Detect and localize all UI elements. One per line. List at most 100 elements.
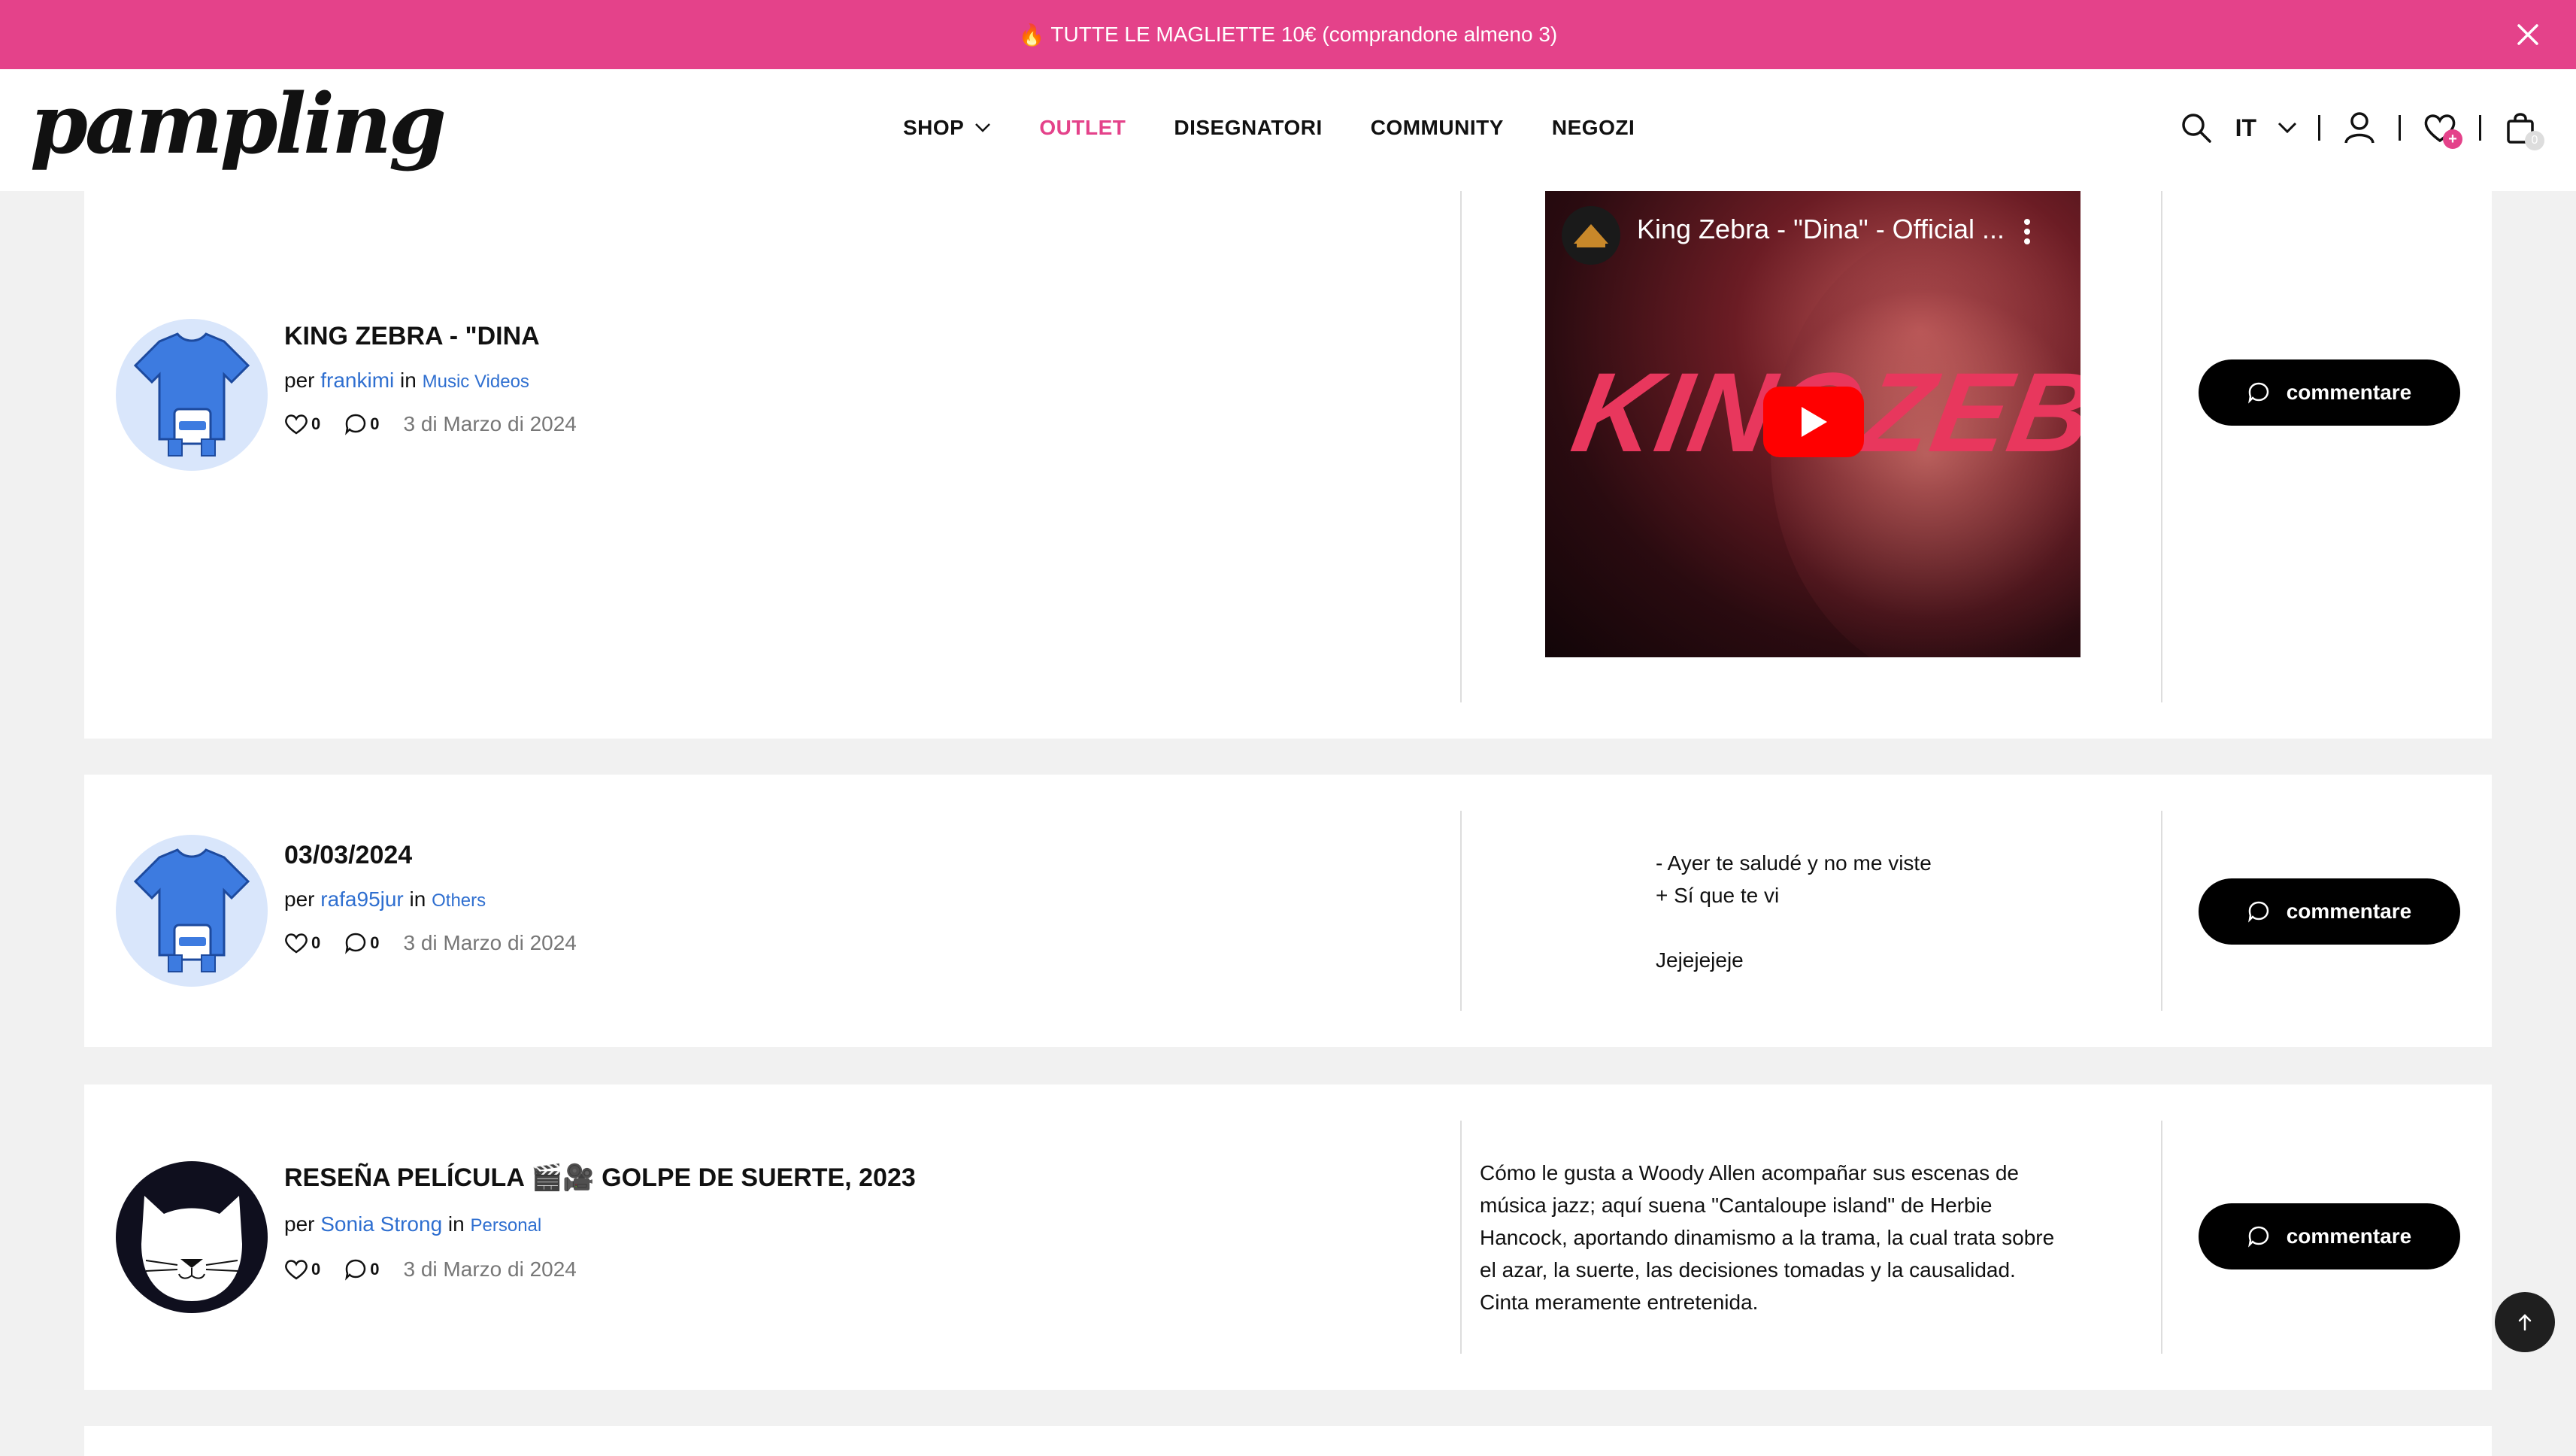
comment-button[interactable]: commentare [2199,878,2460,945]
comment-button[interactable]: commentare [2199,1203,2460,1269]
comment-bubble-icon [345,1259,366,1281]
likes-stat[interactable]: 0 [284,1259,320,1280]
comments-count: 0 [370,933,380,952]
divider [2161,1121,2162,1354]
nav-outlet[interactable]: OUTLET [1039,116,1126,140]
channel-avatar[interactable] [1562,206,1620,265]
nav-shop[interactable]: SHOP [903,116,991,140]
divider [2161,191,2162,702]
post-content: Cómo le gusta a Woody Allen acompañar su… [1480,1161,2055,1314]
divider [2399,115,2401,141]
divider [1460,811,1462,1011]
comment-button-label: commentare [2286,899,2412,923]
post-byline: per rafa95jur in Others [284,887,486,912]
avatar[interactable] [116,319,268,471]
heart-icon [285,933,308,954]
more-options-icon[interactable] [2023,218,2031,245]
tshirt-mascot-icon [133,332,250,457]
post-card: RESEÑA PELÍCULA 🎬🎥 GOLPE DE SUERTE, 2023… [84,1084,2492,1390]
language-selector[interactable]: IT [2235,114,2256,142]
divider [2318,115,2320,141]
chevron-down-icon[interactable] [2277,122,2297,134]
likes-count: 0 [311,414,321,433]
comment-button[interactable]: commentare [2199,359,2460,426]
nav-designers[interactable]: DISEGNATORI [1174,116,1322,140]
post-byline: per frankimi in Music Videos [284,369,529,393]
scroll-to-top-button[interactable] [2495,1292,2555,1352]
post-date: 3 di Marzo di 2024 [403,412,577,435]
promo-banner: 🔥 TUTTE LE MAGLIETTE 10€ (comprandone al… [0,0,2576,69]
comment-bubble-icon [2247,382,2268,404]
by-label: per [284,369,315,392]
author-link[interactable]: Sonia Strong [320,1212,442,1236]
comments-stat[interactable]: 0 [344,413,380,435]
post-title[interactable]: 03/03/2024 [284,841,412,870]
comment-bubble-icon [2247,1226,2268,1248]
post-date: 3 di Marzo di 2024 [403,1257,577,1281]
comments-stat[interactable]: 0 [344,932,380,954]
comments-count: 0 [370,414,380,433]
likes-stat[interactable]: 0 [284,933,320,954]
pampling-logo[interactable]: pampling [30,83,447,165]
likes-stat[interactable]: 0 [284,414,320,435]
author-link[interactable]: frankimi [320,369,394,392]
post-card: 03/03/2024 per rafa95jur in Others 0 0 3… [84,775,2492,1047]
post-stats: 0 0 3 di Marzo di 2024 [284,931,577,955]
category-link[interactable]: Others [432,890,486,911]
comments-stat[interactable]: 0 [344,1258,380,1281]
avatar[interactable] [116,1161,268,1313]
post-title[interactable]: RESEÑA PELÍCULA 🎬🎥 GOLPE DE SUERTE, 2023 [284,1163,916,1193]
category-link[interactable]: Personal [471,1215,542,1236]
site-header: pampling SHOP OUTLET DISEGNATORI COMMUNI… [0,69,2576,191]
divider [1460,1121,1462,1354]
in-label: in [447,1212,465,1236]
post-stats: 0 0 3 di Marzo di 2024 [284,412,577,436]
video-embed[interactable]: KINGZEBRA King Zebra - "Dina" - Official… [1545,191,2080,657]
category-link[interactable]: Music Videos [423,372,529,392]
divider [2479,115,2481,141]
arrow-up-icon [2518,1314,2532,1331]
cat-face-icon [141,1196,242,1301]
comments-count: 0 [370,1260,380,1279]
comment-button-label: commentare [2286,1224,2412,1248]
post-content: - Ayer te saludé y no me viste + Sí que … [1656,851,1932,972]
in-label: in [409,887,426,911]
fire-icon: 🔥 [1018,23,1045,47]
post-byline: per Sonia Strong in Personal [284,1212,541,1236]
cart-count-badge: 0 [2525,131,2544,150]
author-link[interactable]: rafa95jur [320,887,404,911]
chevron-down-icon [975,123,991,132]
search-icon[interactable] [2178,110,2214,146]
post-title[interactable]: KING ZEBRA - "DINA [284,322,540,351]
by-label: per [284,887,315,911]
wishlist-badge: + [2443,129,2462,149]
comment-button-label: commentare [2286,381,2412,404]
nav-community[interactable]: COMMUNITY [1371,116,1504,140]
nav-stores[interactable]: NEGOZI [1552,116,1635,140]
play-button[interactable] [1763,387,1864,457]
close-icon[interactable] [2513,20,2543,50]
heart-icon [285,1260,308,1280]
promo-text: TUTTE LE MAGLIETTE 10€ (comprandone alme… [1050,23,1558,46]
likes-count: 0 [311,1260,321,1279]
cart-bag-icon[interactable]: 0 [2502,110,2544,150]
header-actions: IT + 0 [2178,110,2544,150]
in-label: in [400,369,417,392]
comment-bubble-icon [345,933,366,954]
likes-count: 0 [311,933,321,952]
comment-bubble-icon [345,414,366,435]
avatar[interactable] [116,835,268,987]
user-icon[interactable] [2341,110,2377,146]
wishlist-heart-icon[interactable]: + [2422,110,2462,149]
video-title[interactable]: King Zebra - "Dina" - Official ... [1637,214,2005,245]
channel-logo-icon [1574,224,1608,247]
heart-icon [285,414,308,435]
comment-bubble-icon [2247,901,2268,923]
main-nav: SHOP OUTLET DISEGNATORI COMMUNITY NEGOZI [903,116,1635,140]
tshirt-mascot-icon [133,848,250,972]
post-card: KING ZEBRA - "DINA per frankimi in Music… [84,191,2492,739]
nav-shop-label: SHOP [903,116,965,139]
post-stats: 0 0 3 di Marzo di 2024 [284,1257,577,1282]
divider [2161,811,2162,1011]
by-label: per [284,1212,315,1236]
